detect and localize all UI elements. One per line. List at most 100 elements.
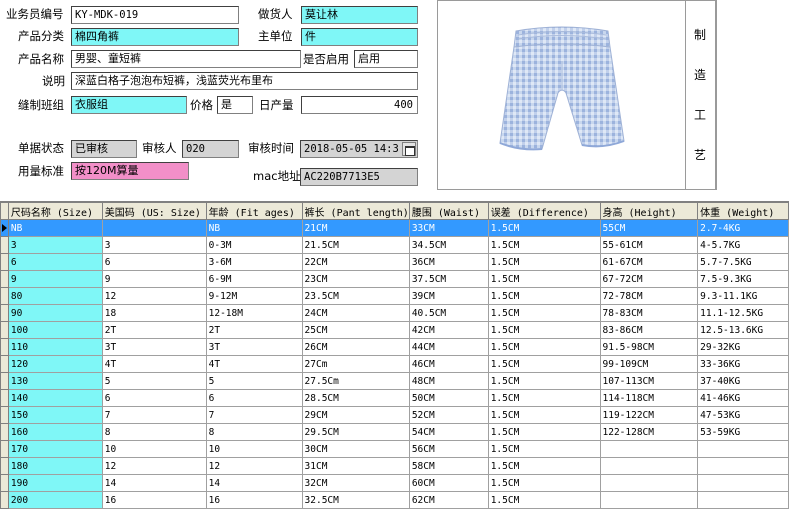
table-row[interactable]: 180 12 12 31CM 58CM 1.5CM — [0, 457, 789, 475]
table-cell[interactable]: 9-12M — [205, 287, 303, 305]
row-indicator[interactable] — [0, 236, 9, 254]
table-cell[interactable]: 34.5CM — [408, 236, 489, 254]
table-cell[interactable]: 6 — [101, 389, 207, 407]
table-row[interactable]: 110 3T 3T 26CM 44CM 1.5CM 91.5-98CM 29-32KG — [0, 338, 789, 356]
table-cell[interactable]: 60CM — [408, 474, 489, 492]
table-row[interactable]: 80 12 9-12M 23.5CM 39CM 1.5CM 72-78CM 9.3-11.1K… — [0, 287, 789, 305]
table-cell[interactable]: 54CM — [408, 423, 489, 441]
table-cell[interactable] — [599, 457, 699, 475]
table-cell[interactable]: 4T — [101, 355, 207, 373]
table-cell[interactable]: 1.5CM — [487, 287, 601, 305]
table-row[interactable]: 9 9 6-9M 23CM 37.5CM 1.5CM 67-72CM 7.5-9.3KG — [0, 270, 789, 288]
table-cell[interactable]: 150 — [7, 406, 103, 424]
table-cell[interactable]: 26CM — [301, 338, 410, 356]
usage-std-field[interactable]: 按120M算量 — [71, 162, 189, 180]
row-indicator[interactable] — [0, 338, 9, 356]
table-cell[interactable]: 11.1-12.5KG — [697, 304, 789, 322]
table-cell[interactable]: 55-61CM — [599, 236, 699, 254]
table-cell[interactable]: 56CM — [408, 440, 489, 458]
table-row[interactable]: 130 5 5 27.5Cm 48CM 1.5CM 107-113CM 37-40KG — [0, 372, 789, 390]
table-row[interactable]: NB NB 21CM 33CM 1.5CM 55CM 2.7-4KG — [0, 219, 789, 237]
table-cell[interactable] — [599, 491, 699, 509]
table-cell[interactable]: 4T — [205, 355, 303, 373]
table-cell[interactable] — [599, 440, 699, 458]
table-cell[interactable]: 1.5CM — [487, 406, 601, 424]
table-cell[interactable]: 80 — [7, 287, 103, 305]
row-indicator[interactable] — [0, 304, 9, 322]
table-cell[interactable]: 61-67CM — [599, 253, 699, 271]
table-cell[interactable]: 3T — [101, 338, 207, 356]
table-cell[interactable] — [697, 457, 789, 475]
calendar-icon[interactable] — [402, 142, 416, 156]
table-cell[interactable]: 1.5CM — [487, 321, 601, 339]
table-row[interactable]: 190 14 14 32CM 60CM 1.5CM — [0, 474, 789, 492]
table-cell[interactable]: 3 — [101, 236, 207, 254]
table-cell[interactable]: 30CM — [301, 440, 410, 458]
table-cell[interactable]: 2.7-4KG — [697, 219, 789, 237]
row-indicator[interactable] — [0, 355, 9, 373]
table-cell[interactable]: 78-83CM — [599, 304, 699, 322]
table-cell[interactable] — [101, 219, 207, 237]
table-cell[interactable]: 1.5CM — [487, 253, 601, 271]
table-cell[interactable]: 29.5CM — [301, 423, 410, 441]
table-cell[interactable]: 16 — [101, 491, 207, 509]
table-cell[interactable]: 1.5CM — [487, 440, 601, 458]
table-cell[interactable]: 190 — [7, 474, 103, 492]
table-cell[interactable]: 140 — [7, 389, 103, 407]
table-cell[interactable]: 12.5-13.6KG — [697, 321, 789, 339]
table-cell[interactable]: 90 — [7, 304, 103, 322]
table-cell[interactable]: 110 — [7, 338, 103, 356]
row-indicator[interactable] — [0, 406, 9, 424]
size-grid[interactable]: 尺码名称 (Size) 美国码 (US: Size) 年龄 (Fit ages)… — [0, 201, 789, 510]
table-cell[interactable]: 21.5CM — [301, 236, 410, 254]
table-cell[interactable]: 200 — [7, 491, 103, 509]
table-cell[interactable]: 119-122CM — [599, 406, 699, 424]
table-cell[interactable]: 3 — [7, 236, 103, 254]
row-indicator[interactable] — [0, 491, 9, 509]
table-cell[interactable]: 47-53KG — [697, 406, 789, 424]
review-time-field[interactable]: 2018-05-05 14:3 — [300, 140, 418, 158]
table-cell[interactable]: 107-113CM — [599, 372, 699, 390]
table-cell[interactable]: 130 — [7, 372, 103, 390]
table-cell[interactable]: 6 — [101, 253, 207, 271]
table-cell[interactable]: 58CM — [408, 457, 489, 475]
column-header[interactable]: 身高 (Height) — [599, 202, 699, 220]
table-cell[interactable]: 5.7-7.5KG — [697, 253, 789, 271]
table-cell[interactable]: 91.5-98CM — [599, 338, 699, 356]
table-cell[interactable]: 7 — [205, 406, 303, 424]
table-cell[interactable]: 18 — [101, 304, 207, 322]
table-row[interactable]: 170 10 10 30CM 56CM 1.5CM — [0, 440, 789, 458]
row-indicator[interactable] — [0, 457, 9, 475]
table-row[interactable]: 120 4T 4T 27Cm 46CM 1.5CM 99-109CM 33-36KG — [0, 355, 789, 373]
table-cell[interactable]: 27.5Cm — [301, 372, 410, 390]
table-cell[interactable] — [697, 474, 789, 492]
row-indicator[interactable] — [0, 270, 9, 288]
table-cell[interactable]: 14 — [205, 474, 303, 492]
table-cell[interactable]: 12 — [101, 287, 207, 305]
row-indicator[interactable] — [0, 219, 9, 237]
table-cell[interactable]: 1.5CM — [487, 474, 601, 492]
table-cell[interactable]: 55CM — [599, 219, 699, 237]
table-row[interactable]: 6 6 3-6M 22CM 36CM 1.5CM 61-67CM 5.7-7.5KG — [0, 253, 789, 271]
enabled-field[interactable]: 启用 — [354, 50, 418, 68]
table-cell[interactable]: 48CM — [408, 372, 489, 390]
row-indicator[interactable] — [0, 440, 9, 458]
table-cell[interactable]: 46CM — [408, 355, 489, 373]
row-indicator[interactable] — [0, 389, 9, 407]
sewing-team-field[interactable]: 衣服组 — [71, 96, 187, 114]
table-cell[interactable]: 23CM — [301, 270, 410, 288]
column-header[interactable]: 误差 (Difference) — [487, 202, 601, 220]
table-cell[interactable]: 6 — [7, 253, 103, 271]
table-cell[interactable]: NB — [205, 219, 303, 237]
table-cell[interactable]: 36CM — [408, 253, 489, 271]
table-cell[interactable]: 25CM — [301, 321, 410, 339]
table-cell[interactable]: 16 — [205, 491, 303, 509]
table-row[interactable]: 3 3 0-3M 21.5CM 34.5CM 1.5CM 55-61CM 4-5.7KG — [0, 236, 789, 254]
table-cell[interactable]: 8 — [101, 423, 207, 441]
process-content-area[interactable] — [716, 0, 789, 190]
table-cell[interactable]: 4-5.7KG — [697, 236, 789, 254]
table-cell[interactable]: 9 — [7, 270, 103, 288]
column-header[interactable]: 裤长 (Pant length) — [301, 202, 410, 220]
table-cell[interactable]: 8 — [205, 423, 303, 441]
table-cell[interactable]: 1.5CM — [487, 219, 601, 237]
